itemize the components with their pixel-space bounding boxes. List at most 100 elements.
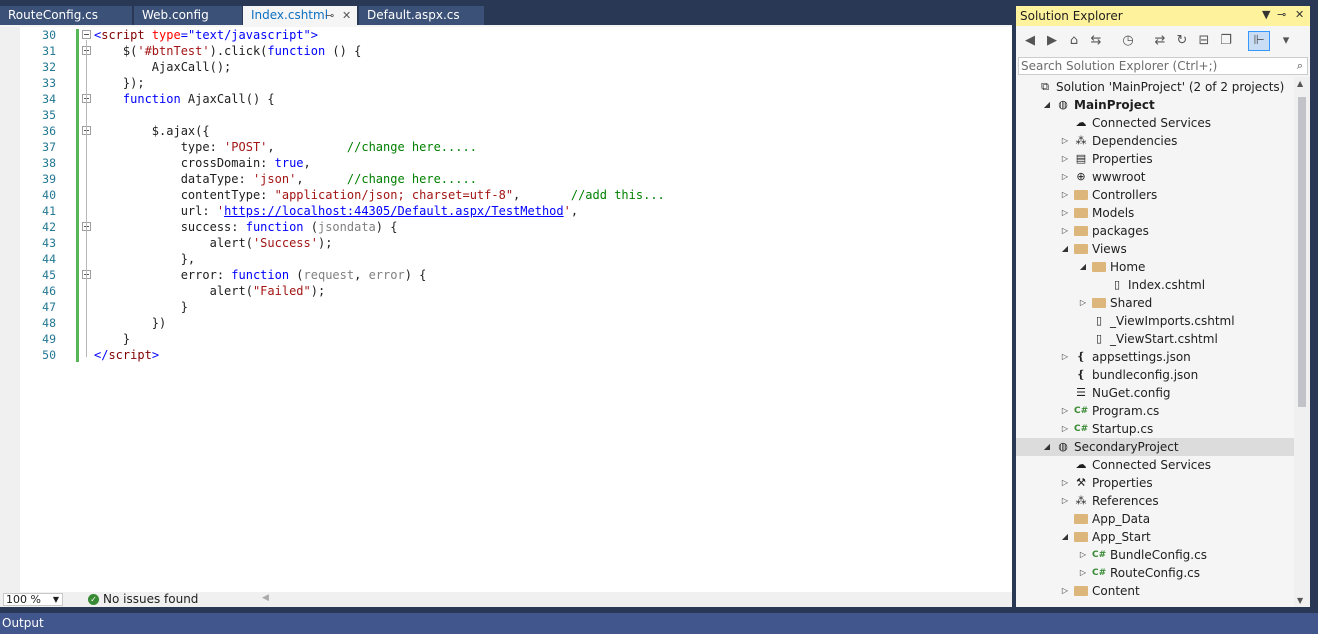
expand-arrow-icon[interactable]: ▷ — [1078, 546, 1088, 564]
folder-icon — [1074, 190, 1088, 200]
tab-index-cshtml[interactable]: Index.cshtml ⊸ ✕ — [243, 6, 357, 25]
tab-default-aspx-cs[interactable]: Default.aspx.cs — [359, 6, 484, 25]
tab-label: RouteConfig.cs — [8, 8, 98, 22]
home-icon[interactable]: ⌂ — [1066, 33, 1082, 49]
tree-item[interactable]: ▷ C# Program.cs — [1016, 402, 1294, 420]
refresh-icon[interactable]: ↻ — [1174, 33, 1190, 49]
scroll-up-icon[interactable]: ▲ — [1297, 79, 1303, 88]
collapse-arrow-icon[interactable]: ◢ — [1078, 258, 1088, 276]
tree-item[interactable]: ☁ Connected Services — [1016, 114, 1294, 132]
tree-item[interactable]: ☰ NuGet.config — [1016, 384, 1294, 402]
switch-views-icon[interactable]: ⇆ — [1088, 33, 1104, 49]
tree-item[interactable]: ▷ ⚒ Properties — [1016, 474, 1294, 492]
tab-label: Web.config — [142, 8, 209, 22]
line-number: 42 — [42, 220, 56, 234]
expand-arrow-icon[interactable]: ▷ — [1060, 420, 1070, 438]
tree-item[interactable]: ▷ ⊕ wwwroot — [1016, 168, 1294, 186]
tree-item[interactable]: ▯ _ViewImports.cshtml — [1016, 312, 1294, 330]
tree-item-label: Connected Services — [1092, 458, 1212, 472]
pin-icon[interactable]: ⊸ — [325, 6, 334, 25]
tab-web-config[interactable]: Web.config — [134, 6, 242, 25]
tree-item[interactable]: ▷ C# BundleConfig.cs — [1016, 546, 1294, 564]
window-position-dropdown-icon[interactable]: ▼ — [1262, 8, 1270, 21]
search-icon[interactable]: ⌕ — [1297, 58, 1303, 74]
line-number: 30 — [42, 28, 56, 42]
tree-item[interactable]: ▷ ⁂ References — [1016, 492, 1294, 510]
tree-item[interactable]: ▷ Content — [1016, 582, 1294, 600]
globe-icon: ⊕ — [1076, 170, 1086, 183]
search-input[interactable]: Search Solution Explorer (Ctrl+;) ⌕ — [1018, 57, 1308, 75]
forward-icon[interactable]: ▶ — [1044, 33, 1060, 49]
tree-item[interactable]: ◢ App_Start — [1016, 528, 1294, 546]
pin-icon[interactable]: ⊸ — [1277, 8, 1286, 21]
tree-item[interactable]: ▯ _ViewStart.cshtml — [1016, 330, 1294, 348]
scrollbar-thumb[interactable] — [1298, 97, 1306, 407]
collapse-arrow-icon[interactable]: ◢ — [1042, 438, 1052, 456]
properties-icon[interactable]: ▾ — [1278, 33, 1294, 49]
line-number: 43 — [42, 236, 56, 250]
tree-item[interactable]: ◢ ◍ SecondaryProject — [1016, 438, 1294, 456]
preview-toggle-button[interactable]: ⊩ — [1248, 31, 1270, 51]
pending-changes-icon[interactable]: ◷ — [1120, 33, 1136, 49]
close-icon[interactable]: ✕ — [342, 6, 351, 25]
expand-arrow-icon[interactable]: ▷ — [1060, 348, 1070, 366]
tree-item[interactable]: ◢ Views — [1016, 240, 1294, 258]
folder-open-icon — [1092, 262, 1106, 272]
tree-item[interactable]: ▯ Index.cshtml — [1016, 276, 1294, 294]
sync-icon[interactable]: ⇄ — [1152, 33, 1168, 49]
tree-item[interactable]: ☁ Connected Services — [1016, 456, 1294, 474]
show-all-files-icon[interactable]: ❐ — [1218, 33, 1234, 49]
back-icon[interactable]: ◀ — [1022, 33, 1038, 49]
line-number: 40 — [42, 188, 56, 202]
tree-item[interactable]: ▷ ⁂ Dependencies — [1016, 132, 1294, 150]
close-icon[interactable]: ✕ — [1295, 8, 1304, 21]
tree-item[interactable]: ❴ bundleconfig.json — [1016, 366, 1294, 384]
tree-item[interactable]: App_Data — [1016, 510, 1294, 528]
collapse-all-icon[interactable]: ⊟ — [1196, 33, 1212, 49]
tree-item[interactable]: ◢ Home — [1016, 258, 1294, 276]
url-link[interactable]: https://localhost:44305/Default.aspx/Tes… — [224, 204, 564, 218]
tree-item[interactable]: ▷ C# RouteConfig.cs — [1016, 564, 1294, 582]
scroll-left-icon[interactable]: ◀ — [262, 593, 269, 603]
outline-guide — [86, 40, 87, 357]
tree-item-label: Views — [1092, 242, 1127, 256]
tree-item[interactable]: ▷ ▤ Properties — [1016, 150, 1294, 168]
collapse-arrow-icon[interactable]: ◢ — [1060, 240, 1070, 258]
tab-label: Default.aspx.cs — [367, 8, 460, 22]
expand-arrow-icon[interactable]: ▷ — [1060, 474, 1070, 492]
tree-item[interactable]: ▷ Shared — [1016, 294, 1294, 312]
tree-item[interactable]: ▷ packages — [1016, 222, 1294, 240]
collapse-arrow-icon[interactable]: ◢ — [1042, 96, 1052, 114]
tree-item[interactable]: ▷ ❴ appsettings.json — [1016, 348, 1294, 366]
expand-arrow-icon[interactable]: ▷ — [1078, 294, 1088, 312]
expand-arrow-icon[interactable]: ▷ — [1060, 150, 1070, 168]
tree-item[interactable]: ◢ ◍ MainProject — [1016, 96, 1294, 114]
expand-arrow-icon[interactable]: ▷ — [1060, 132, 1070, 150]
tree-item-label: Properties — [1092, 152, 1153, 166]
line-number: 33 — [42, 76, 56, 90]
expand-arrow-icon[interactable]: ▷ — [1060, 168, 1070, 186]
tree-item[interactable]: ▷ C# Startup.cs — [1016, 420, 1294, 438]
expand-arrow-icon[interactable]: ▷ — [1060, 582, 1070, 600]
tab-routeconfig-cs[interactable]: RouteConfig.cs — [0, 6, 132, 25]
output-tab[interactable]: Output — [2, 616, 44, 630]
collapse-arrow-icon[interactable]: ◢ — [1060, 528, 1070, 546]
tree-item[interactable]: ⧉ Solution 'MainProject' (2 of 2 projects… — [1016, 78, 1294, 96]
expand-arrow-icon[interactable]: ▷ — [1060, 492, 1070, 510]
collapse-icon[interactable] — [82, 30, 91, 39]
scroll-down-icon[interactable]: ▼ — [1297, 596, 1303, 605]
code-editor[interactable]: 30 31 32 33 34 35 36 37 38 39 40 41 42 4… — [0, 27, 1012, 592]
expand-arrow-icon[interactable]: ▷ — [1078, 564, 1088, 582]
tree-item[interactable]: ▷ Controllers — [1016, 186, 1294, 204]
zoom-dropdown[interactable]: 100 % ▼ — [3, 593, 63, 606]
tree-item[interactable]: ▷ Models — [1016, 204, 1294, 222]
expand-arrow-icon[interactable]: ▷ — [1060, 222, 1070, 240]
code-line-40: contentType: "application/json; charset=… — [94, 188, 665, 202]
expand-arrow-icon[interactable]: ▷ — [1060, 186, 1070, 204]
issues-status[interactable]: No issues found — [103, 592, 198, 607]
solution-explorer-scrollbar[interactable]: ▲ ▼ — [1294, 77, 1310, 607]
expand-arrow-icon[interactable]: ▷ — [1060, 204, 1070, 222]
folder-open-icon — [1074, 532, 1088, 542]
expand-arrow-icon[interactable]: ▷ — [1060, 402, 1070, 420]
csharp-file-icon: C# — [1092, 568, 1107, 578]
